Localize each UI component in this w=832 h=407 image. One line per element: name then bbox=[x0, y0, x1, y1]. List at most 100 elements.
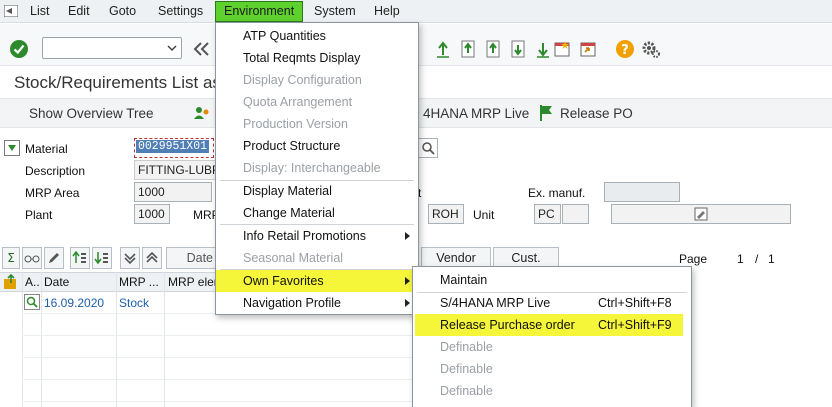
col-header-a[interactable]: A.. bbox=[25, 275, 40, 289]
plant-field: 1000 bbox=[134, 204, 170, 224]
row-date: 16.09.2020 bbox=[44, 296, 105, 310]
collapse-button[interactable] bbox=[120, 247, 140, 269]
own-favorites-submenu: Maintain S/4HANA MRP Live Ctrl+Shift+F8 R… bbox=[412, 266, 692, 407]
enter-check-icon[interactable] bbox=[8, 38, 30, 60]
menu-item-production-version: Production Version bbox=[243, 117, 348, 131]
double-chevron-up-icon bbox=[146, 251, 158, 263]
new-session-icon[interactable] bbox=[552, 38, 572, 60]
menu-edit[interactable]: Edit bbox=[68, 4, 90, 18]
material-field[interactable]: 0029951X01 bbox=[134, 138, 214, 158]
material-type-field: ROH bbox=[428, 204, 464, 224]
sum-icon: Σ bbox=[7, 251, 15, 265]
material-label: Material bbox=[25, 142, 68, 156]
pencil-icon bbox=[49, 253, 59, 263]
ex-manuf-label: Ex. manuf. bbox=[528, 186, 586, 200]
sum-button[interactable]: Σ bbox=[2, 247, 20, 269]
menu-item-display-configuration: Display Configuration bbox=[243, 73, 362, 87]
menu-item-product-structure[interactable]: Product Structure bbox=[216, 135, 418, 157]
material-detail-button[interactable] bbox=[611, 204, 791, 224]
submenu-item-maintain[interactable]: Maintain bbox=[413, 269, 691, 291]
unit-field: PC bbox=[534, 204, 561, 224]
sort-ascending-button[interactable] bbox=[70, 247, 90, 269]
details-button[interactable] bbox=[22, 247, 42, 269]
menu-icon[interactable] bbox=[3, 4, 19, 18]
gear-icon[interactable] bbox=[640, 38, 662, 60]
glasses-icon bbox=[24, 255, 40, 263]
mrp-area-field: 1000 bbox=[134, 182, 212, 202]
magnifier-icon[interactable] bbox=[24, 294, 40, 310]
release-po-button[interactable]: Release PO bbox=[560, 106, 633, 121]
material-value: 0029951X01 bbox=[136, 140, 210, 153]
submenu-arrow-icon bbox=[405, 232, 410, 240]
submenu-item-s4hana-mrp-live[interactable]: S/4HANA MRP Live Ctrl+Shift+F8 bbox=[413, 292, 691, 314]
header-toggle-icon[interactable] bbox=[3, 139, 21, 157]
menu-system[interactable]: System bbox=[314, 4, 356, 18]
menu-help[interactable]: Help bbox=[374, 4, 400, 18]
row-mrp-element: Stock bbox=[119, 296, 150, 310]
menu-item-quota-arrangement: Quota Arrangement bbox=[243, 95, 353, 109]
date-button[interactable]: Date bbox=[166, 247, 218, 269]
menu-item-seasonal-material: Seasonal Material bbox=[243, 251, 344, 265]
flag-icon[interactable] bbox=[538, 103, 554, 123]
sort-ascending-icon bbox=[72, 251, 86, 263]
menu-list[interactable]: List bbox=[30, 4, 49, 18]
submenu-item-definable: Definable bbox=[440, 340, 493, 354]
help-icon[interactable]: ? bbox=[614, 38, 636, 60]
submenu-arrow-icon bbox=[405, 277, 410, 285]
double-chevron-down-icon bbox=[124, 253, 136, 265]
command-field[interactable] bbox=[42, 37, 182, 59]
unit-label: Unit bbox=[473, 208, 495, 222]
menu-item-own-favorites[interactable]: Own Favorites bbox=[216, 270, 418, 292]
upload-arrow-icon[interactable] bbox=[433, 38, 453, 60]
menu-environment[interactable]: Environment bbox=[215, 1, 304, 22]
menu-item-total-reqmts-display[interactable]: Total Reqmts Display bbox=[216, 47, 418, 69]
folder-up-icon[interactable] bbox=[2, 273, 20, 291]
description-label: Description bbox=[25, 164, 86, 178]
submenu-item-definable: Definable bbox=[440, 362, 493, 376]
ex-manuf-field bbox=[604, 182, 680, 202]
expand-button[interactable] bbox=[142, 247, 162, 269]
menu-item-navigation-profile[interactable]: Navigation Profile bbox=[216, 292, 418, 314]
col-header-mrp[interactable]: MRP ... bbox=[119, 275, 159, 289]
show-overview-tree-button[interactable]: Show Overview Tree bbox=[29, 106, 154, 121]
menu-goto[interactable]: Goto bbox=[109, 4, 136, 18]
menu-settings[interactable]: Settings bbox=[158, 4, 203, 18]
table-row bbox=[22, 380, 422, 402]
plant-label: Plant bbox=[25, 208, 53, 222]
page-title: Stock/Requirements List as bbox=[14, 73, 221, 92]
edit-button[interactable] bbox=[44, 247, 64, 269]
double-left-icon[interactable] bbox=[190, 38, 212, 60]
menu-item-atp-quantities[interactable]: ATP Quantities bbox=[216, 25, 418, 47]
previous-page-icon[interactable] bbox=[483, 38, 503, 60]
mrp-area-label: MRP Area bbox=[25, 186, 80, 200]
page-separator: / bbox=[755, 252, 759, 266]
material-search-button[interactable] bbox=[418, 138, 438, 158]
menu-item-display-material[interactable]: Display Material bbox=[216, 180, 418, 202]
customer-button-label: Cust. bbox=[511, 251, 541, 265]
sort-descending-button[interactable] bbox=[92, 247, 112, 269]
page-current: 1 bbox=[737, 252, 744, 266]
page-total: 1 bbox=[768, 252, 775, 266]
table-row bbox=[22, 358, 422, 380]
people-icon[interactable] bbox=[192, 103, 212, 123]
vendor-button-label: Vendor bbox=[436, 251, 476, 265]
last-page-icon[interactable] bbox=[533, 38, 553, 60]
environment-menu: ATP Quantities Total Reqmts Display Disp… bbox=[215, 22, 419, 315]
page-label: Page bbox=[679, 252, 708, 266]
col-header-date[interactable]: Date bbox=[44, 275, 69, 289]
mrp-live-button[interactable]: 4HANA MRP Live bbox=[423, 106, 529, 121]
table-row bbox=[22, 314, 422, 336]
unit-extra-field bbox=[562, 204, 589, 224]
svg-text:?: ? bbox=[621, 43, 629, 58]
menu-item-change-material[interactable]: Change Material bbox=[216, 202, 418, 224]
submenu-arrow-icon bbox=[405, 299, 410, 307]
menu-item-info-retail-promotions[interactable]: Info Retail Promotions bbox=[216, 225, 418, 247]
table-row bbox=[22, 336, 422, 358]
first-page-icon[interactable] bbox=[458, 38, 478, 60]
chevron-down-icon[interactable] bbox=[164, 40, 180, 56]
sort-descending-icon bbox=[94, 252, 108, 265]
submenu-item-release-purchase-order[interactable]: Release Purchase order Ctrl+Shift+F9 bbox=[415, 314, 683, 336]
next-page-icon[interactable] bbox=[508, 38, 528, 60]
submenu-item-definable: Definable bbox=[440, 384, 493, 398]
shortcut-icon[interactable] bbox=[578, 38, 598, 60]
